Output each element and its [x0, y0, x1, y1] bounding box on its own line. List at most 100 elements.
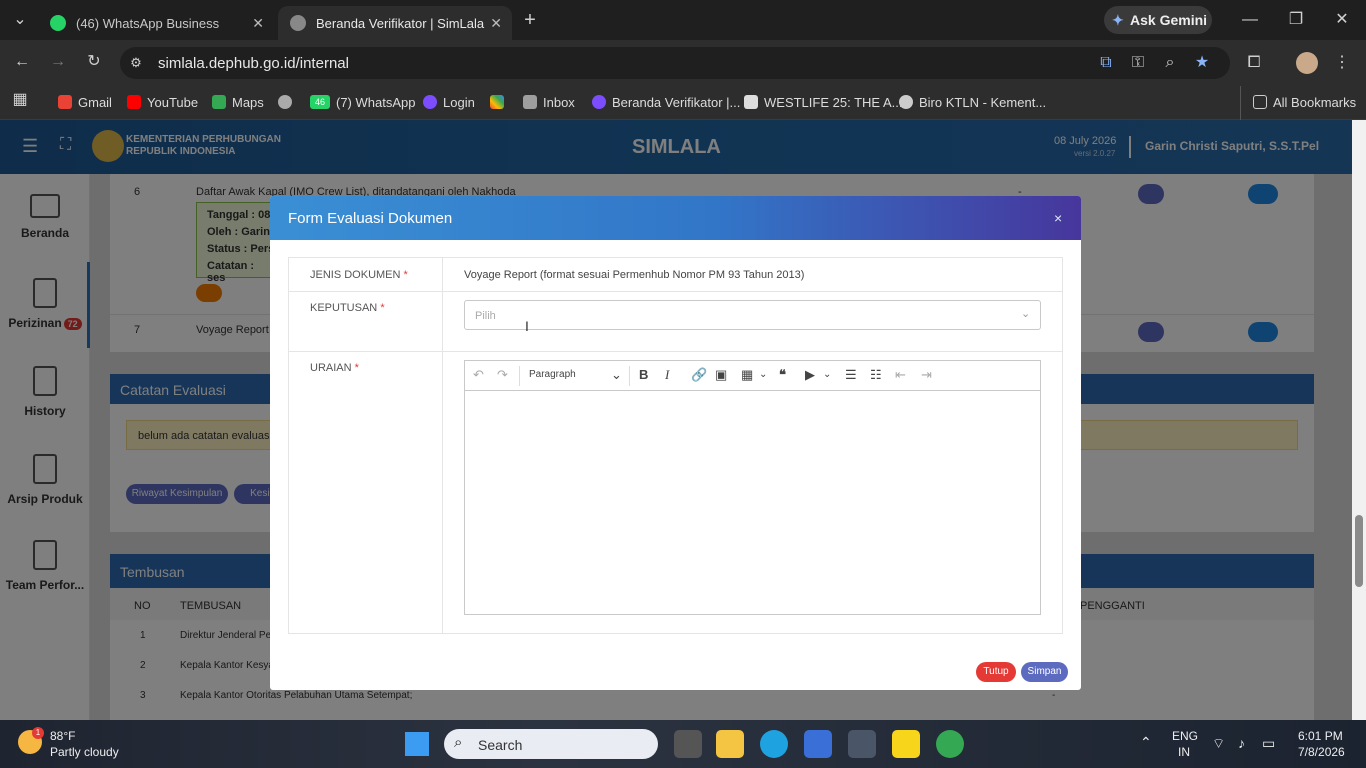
task-view-icon[interactable]	[674, 730, 702, 758]
back-icon[interactable]: ←	[8, 48, 36, 76]
camera-icon[interactable]	[848, 730, 876, 758]
wifi-icon[interactable]: ⌔	[1212, 735, 1225, 753]
tab-whatsapp[interactable]: (46) WhatsApp Business ✕	[38, 6, 274, 40]
tutup-button[interactable]: Tutup	[976, 662, 1016, 682]
windows-start-icon[interactable]	[405, 732, 429, 756]
clock-time[interactable]: 6:01 PM	[1298, 729, 1343, 743]
all-bookmarks-label: All Bookmarks	[1273, 94, 1357, 110]
bookmark-globe[interactable]	[278, 92, 298, 112]
required-asterisk: *	[354, 362, 359, 374]
bookmark-biro[interactable]: Biro KTLN - Kement...	[899, 92, 1046, 112]
editor-content-area[interactable]	[465, 392, 1040, 614]
keputusan-select[interactable]: Pilih ⌄	[464, 300, 1041, 330]
whatsapp-icon: 46	[310, 95, 330, 109]
simpan-button[interactable]: Simpan	[1021, 662, 1068, 682]
required-asterisk: *	[380, 302, 385, 314]
chevron-down-icon: ⌄	[1021, 308, 1031, 320]
numbered-list-icon[interactable]: ☷	[870, 367, 882, 383]
chevron-up-icon[interactable]: ⌃	[1140, 734, 1152, 751]
weather-desc[interactable]: Partly cloudy	[50, 745, 119, 759]
bookmark-beranda[interactable]: Beranda Verifikator |...	[592, 92, 740, 112]
profile-avatar[interactable]	[1296, 52, 1318, 74]
battery-icon[interactable]: ▭	[1262, 735, 1275, 752]
taskbar-search[interactable]: ⌕ Search	[444, 729, 658, 759]
edge-icon[interactable]	[760, 730, 788, 758]
bookmark-label: WESTLIFE 25: THE A...	[764, 94, 903, 110]
bookmark-youtube[interactable]: YouTube	[127, 92, 198, 112]
editor-toolbar: ↶ ↷ Paragraph ⌄ B I 🔗 ▣ ▦ ⌄ ❝ ▶ ⌄ ☰ ☷ ⇤ …	[465, 361, 1040, 391]
jenis-dokumen-label: JENIS DOKUMEN *	[310, 269, 408, 281]
jenis-dokumen-value: Voyage Report (format sesuai Permenhub N…	[464, 269, 805, 281]
minimize-icon[interactable]: —	[1236, 6, 1264, 34]
italic-icon[interactable]: I	[665, 367, 669, 383]
media-embed-icon[interactable]: ▶	[805, 367, 815, 383]
label-text: JENIS DOKUMEN	[310, 269, 401, 281]
bookmark-login[interactable]: Login	[423, 92, 475, 112]
globe-icon	[899, 95, 913, 109]
new-tab-icon[interactable]: +	[516, 6, 544, 34]
page-scrollbar[interactable]	[1352, 120, 1366, 720]
forward-icon[interactable]: →	[44, 48, 72, 76]
inbox-icon	[523, 95, 537, 109]
extensions-icon[interactable]: ⧠	[1240, 49, 1268, 77]
restore-icon[interactable]: ❐	[1282, 6, 1310, 34]
sticky-notes-icon[interactable]	[892, 730, 920, 758]
table-icon[interactable]: ▦	[741, 367, 753, 383]
bookmark-pinwheel[interactable]	[490, 92, 510, 112]
clock-date[interactable]: 7/8/2026	[1298, 745, 1345, 759]
apps-grid-icon[interactable]: ▦	[6, 86, 34, 114]
zoom-icon[interactable]: ⌕	[1156, 49, 1184, 77]
file-explorer-icon[interactable]	[716, 730, 744, 758]
close-icon[interactable]: ×	[1054, 210, 1062, 226]
search-icon: ⌕	[454, 734, 463, 751]
bulleted-list-icon[interactable]: ☰	[845, 367, 857, 383]
bookmark-whatsapp[interactable]: 46 (7) WhatsApp	[310, 92, 415, 112]
bookmark-label: YouTube	[147, 94, 199, 110]
tab-simlala[interactable]: Beranda Verifikator | SimLala ✕	[278, 6, 512, 40]
lang-eng[interactable]: ENG	[1172, 729, 1198, 743]
tab-search-icon[interactable]: ⌄	[6, 6, 34, 34]
chevron-down-icon[interactable]: ⌄	[759, 369, 767, 380]
bookmark-label: Login	[443, 94, 475, 110]
chevron-down-icon[interactable]: ⌄	[823, 369, 831, 380]
password-key-icon[interactable]: ⚿	[1124, 49, 1152, 77]
chevron-down-icon[interactable]: ⌄	[611, 367, 622, 383]
uraian-rich-text-editor: ↶ ↷ Paragraph ⌄ B I 🔗 ▣ ▦ ⌄ ❝ ▶ ⌄ ☰ ☷ ⇤ …	[464, 360, 1041, 615]
volume-icon[interactable]: ♪	[1238, 735, 1245, 751]
blockquote-icon[interactable]: ❝	[779, 367, 786, 383]
reload-icon[interactable]: ↻	[80, 48, 108, 76]
tab-label: Beranda Verifikator | SimLala	[316, 15, 485, 31]
link-icon[interactable]: 🔗	[691, 367, 707, 383]
menu-kebab-icon[interactable]: ⋮	[1328, 49, 1356, 77]
site-info-icon[interactable]: ⚙	[122, 49, 150, 77]
indent-icon[interactable]: ⇥	[921, 367, 932, 383]
chrome-icon[interactable]	[936, 730, 964, 758]
globe-icon	[290, 15, 306, 31]
insert-image-icon[interactable]: ▣	[715, 367, 727, 383]
bookmark-inbox[interactable]: Inbox	[523, 92, 575, 112]
bookmark-label: Inbox	[543, 94, 575, 110]
ask-gemini-button[interactable]: ✦ Ask Gemini	[1104, 6, 1212, 34]
scrollbar-thumb[interactable]	[1355, 515, 1363, 587]
url-text[interactable]: simlala.dephub.go.id/internal	[158, 55, 349, 72]
bookmark-star-icon[interactable]: ★	[1188, 49, 1216, 77]
vscode-icon[interactable]	[804, 730, 832, 758]
weather-badge: 1	[32, 727, 44, 739]
bookmark-gmail[interactable]: Gmail	[58, 92, 112, 112]
redo-icon[interactable]: ↷	[497, 367, 508, 383]
close-tab-icon[interactable]: ✕	[252, 15, 264, 32]
maps-icon	[212, 95, 226, 109]
bookmark-westlife[interactable]: WESTLIFE 25: THE A...	[744, 92, 902, 112]
bookmark-maps[interactable]: Maps	[212, 92, 264, 112]
lang-in[interactable]: IN	[1178, 745, 1190, 759]
bold-icon[interactable]: B	[639, 367, 648, 382]
close-window-icon[interactable]: ✕	[1328, 6, 1356, 34]
outdent-icon[interactable]: ⇤	[895, 367, 906, 383]
all-bookmarks[interactable]: All Bookmarks	[1253, 92, 1356, 112]
weather-temp[interactable]: 88°F	[50, 729, 75, 743]
login-icon	[592, 95, 606, 109]
undo-icon[interactable]: ↶	[473, 367, 484, 383]
close-tab-icon[interactable]: ✕	[490, 15, 502, 32]
paragraph-dropdown[interactable]: Paragraph	[529, 369, 576, 380]
install-app-icon[interactable]: ⧉	[1092, 49, 1120, 77]
